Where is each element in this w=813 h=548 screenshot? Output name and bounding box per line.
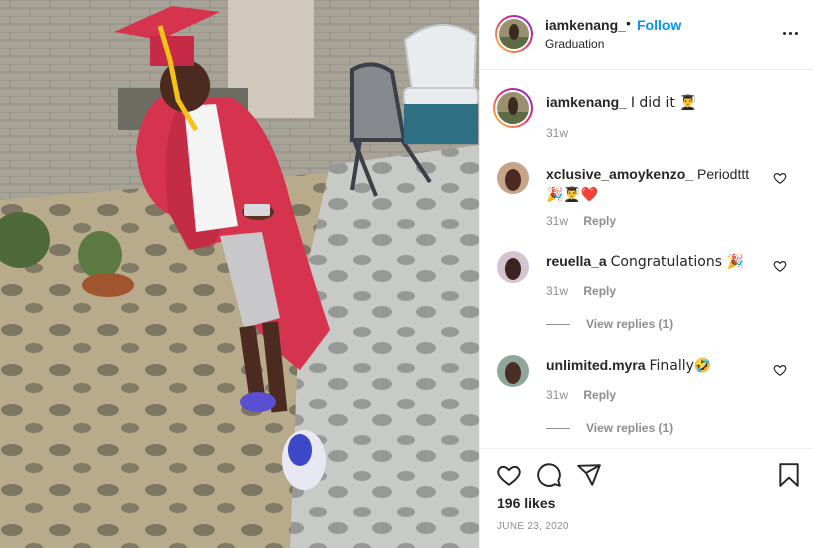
action-bar: 196 likes JUNE 23, 2020 [480,448,813,548]
comment-username[interactable]: xclusive_amoykenzo_ [546,166,693,182]
view-replies-label: View replies (1) [586,317,674,331]
heart-icon[interactable] [496,462,522,488]
comment-meta: 31w Reply [546,388,616,402]
comment-time[interactable]: 31w [546,214,568,228]
replies-divider [546,428,570,430]
author-avatar[interactable] [495,15,533,53]
separator-dot: • [626,15,631,31]
comment-icon[interactable] [536,462,562,488]
comment-text: unlimited.myra Finally🤣 [546,355,776,376]
commenter-avatar[interactable] [497,251,529,283]
follow-button[interactable]: Follow [637,17,681,33]
caption-time[interactable]: 31w [546,126,568,140]
caption-username[interactable]: iamkenang_ [546,94,627,110]
post-header: iamkenang_ • Follow Graduation [480,0,813,70]
caption-body: I did it 👨‍🎓 [630,95,697,111]
comment-time[interactable]: 31w [546,388,568,402]
comment-meta: 31w Reply [546,214,616,228]
location-link[interactable]: Graduation [545,37,604,51]
graduation-photo [0,0,479,548]
comment-body-emojis: 🎉👨‍🎓❤️ [546,187,599,203]
post-photo[interactable] [0,0,479,548]
caption-avatar[interactable] [493,88,533,128]
share-icon[interactable] [576,462,602,488]
reply-button[interactable]: Reply [583,388,616,402]
comment-body: Congratulations 🎉 [610,254,744,270]
comment-like-icon[interactable] [773,259,787,273]
comment-time[interactable]: 31w [546,284,568,298]
view-replies-label: View replies (1) [586,421,674,435]
comment-text: xclusive_amoykenzo_ Periodttt 🎉👨‍🎓❤️ [546,164,776,205]
view-replies-button[interactable]: View replies (1) [546,421,673,435]
comment-username[interactable]: unlimited.myra [546,357,646,373]
comment-body: Finally🤣 [649,358,712,374]
caption-text: iamkenang_ I did it 👨‍🎓 [546,92,776,113]
post-panel: iamkenang_ • Follow Graduation iamkenang… [479,0,813,548]
view-replies-button[interactable]: View replies (1) [546,317,673,331]
reply-button[interactable]: Reply [583,284,616,298]
like-count[interactable]: 196 likes [497,495,555,511]
reply-button[interactable]: Reply [583,214,616,228]
comment-text: reuella_a Congratulations 🎉 [546,251,776,272]
replies-divider [546,324,570,326]
bookmark-icon[interactable] [776,462,802,488]
post-date[interactable]: JUNE 23, 2020 [497,521,569,532]
comment-meta: 31w Reply [546,284,616,298]
commenter-avatar[interactable] [497,355,529,387]
author-username[interactable]: iamkenang_ [545,17,626,33]
comment-username[interactable]: reuella_a [546,253,607,269]
comment-like-icon[interactable] [773,171,787,185]
comment-like-icon[interactable] [773,363,787,377]
more-options-icon[interactable] [782,25,800,43]
commenter-avatar[interactable] [497,162,529,194]
comment-body: Periodttt [696,166,750,182]
